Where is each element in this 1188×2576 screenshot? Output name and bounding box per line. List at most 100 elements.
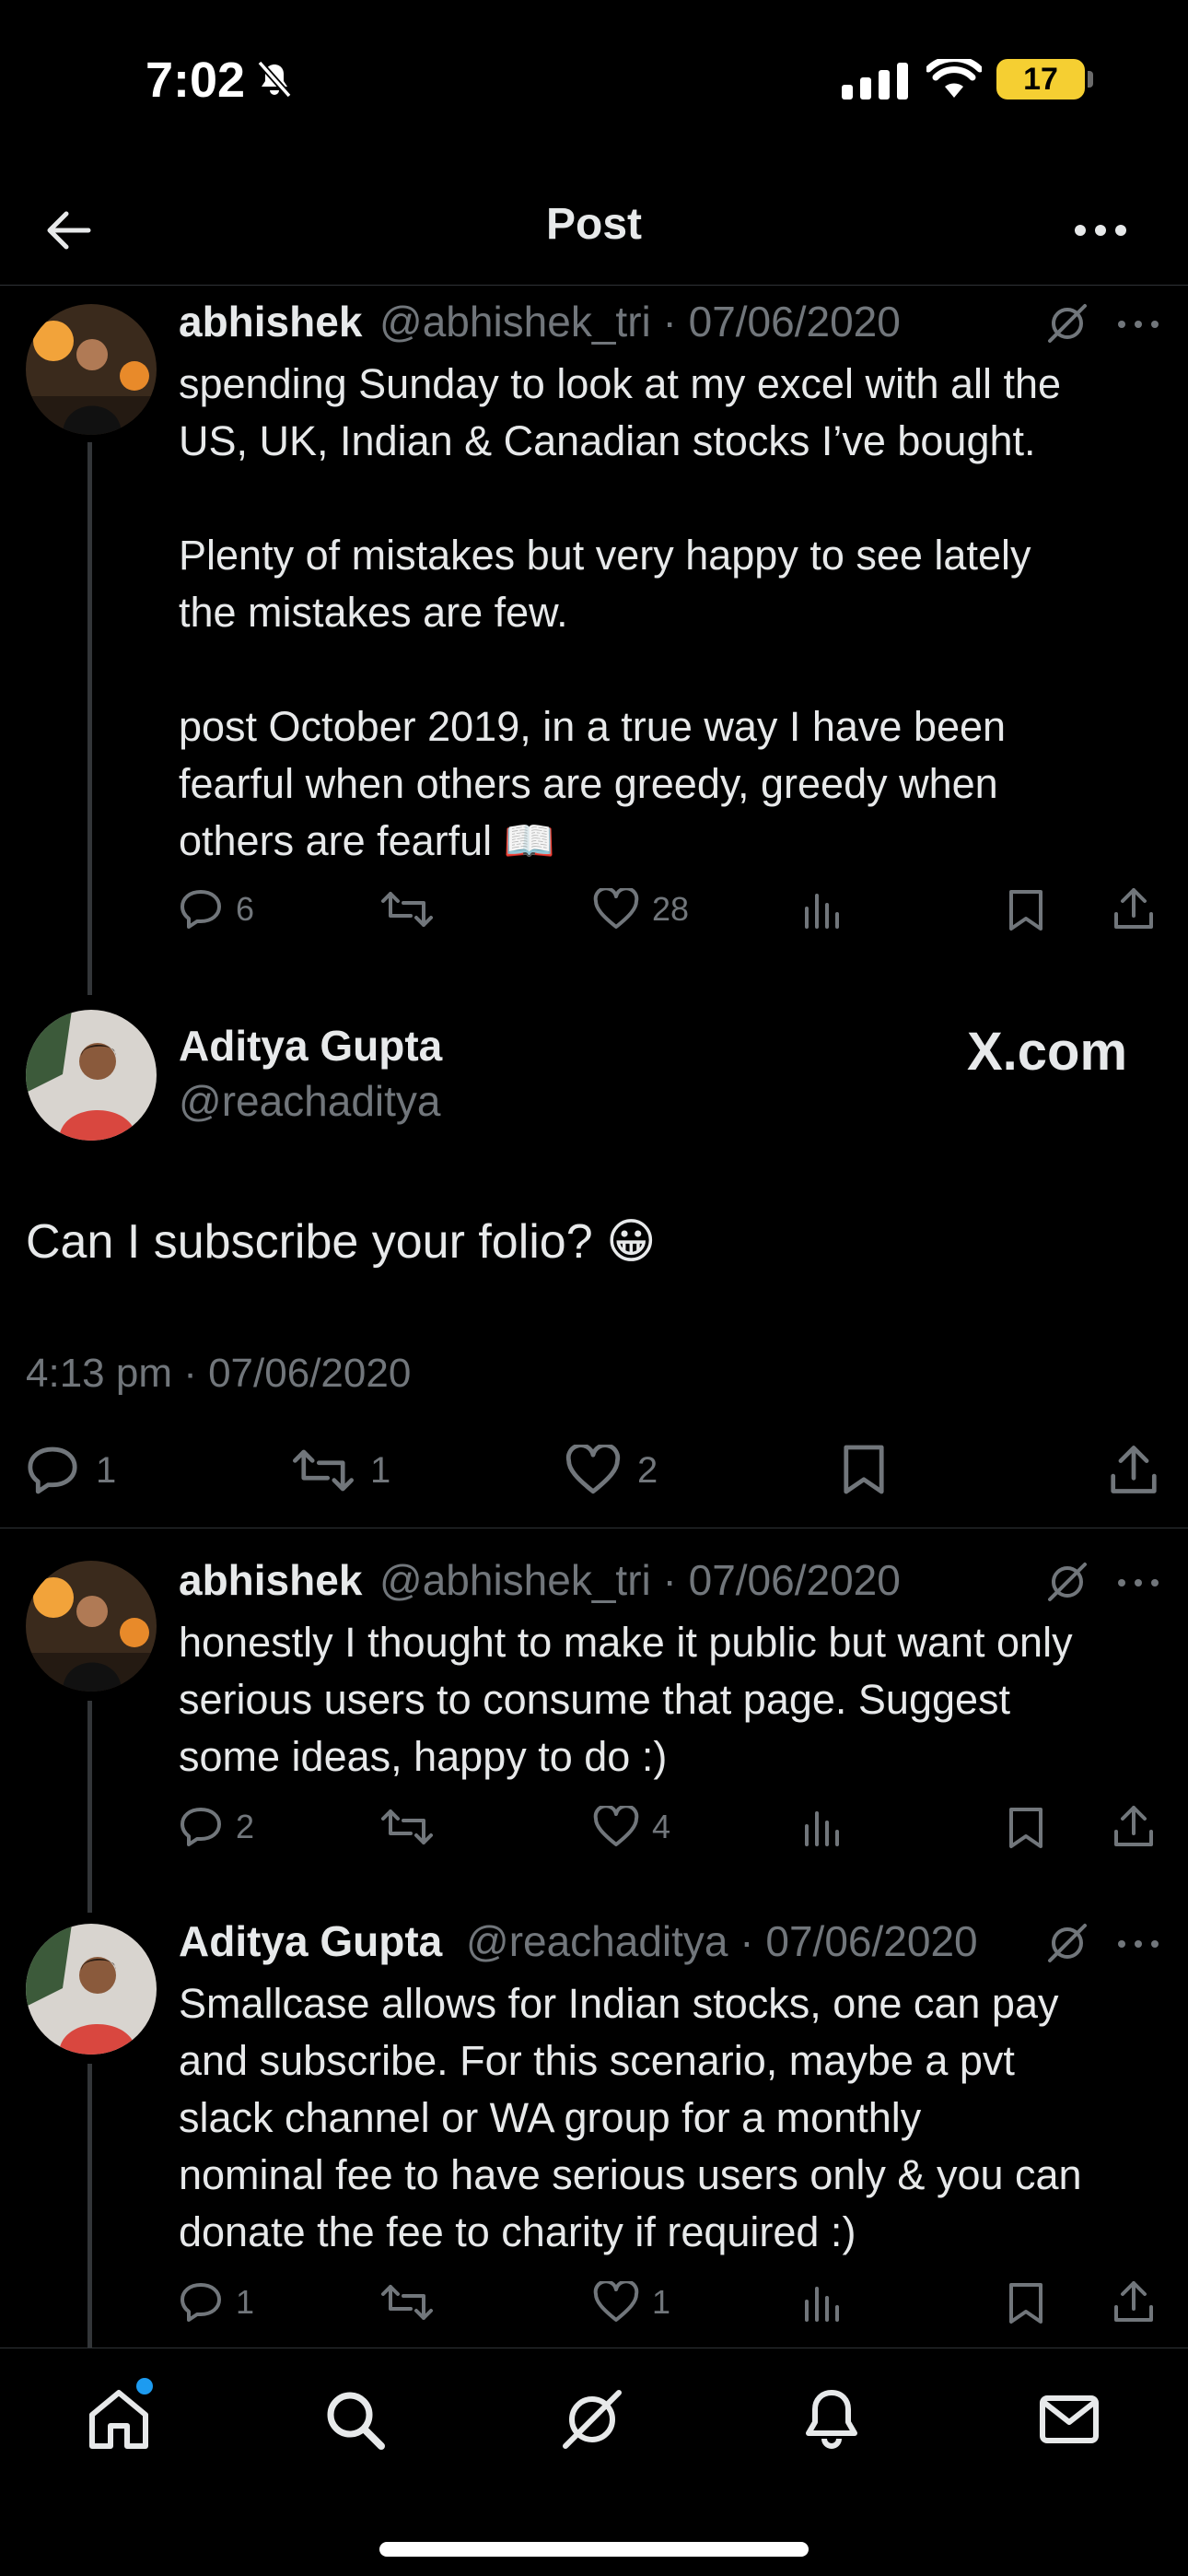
reply-button[interactable]: 1 [26, 1445, 116, 1496]
battery-indicator: 17 [996, 59, 1085, 100]
share-button[interactable] [1112, 886, 1155, 931]
reply-button[interactable]: 2 [179, 1806, 254, 1848]
status-time: 7:02 [146, 53, 246, 108]
repost-icon [381, 1809, 433, 1844]
reply-button[interactable]: 6 [179, 888, 254, 931]
like-count: 1 [652, 2283, 671, 2321]
battery-level: 17 [1023, 62, 1058, 97]
reply-icon [181, 1808, 221, 1846]
views-icon [805, 894, 839, 929]
reply-count: 2 [236, 1808, 255, 1845]
share-icon [1111, 1446, 1157, 1493]
bookmark-button[interactable] [842, 1443, 886, 1496]
heart-icon [593, 888, 639, 929]
share-button[interactable] [1112, 1804, 1155, 1848]
reply-count: 1 [96, 1449, 117, 1491]
post-timestamp: 4:13 pm · 07/06/2020 [26, 1351, 412, 1396]
thread-line [87, 2064, 92, 2348]
like-button[interactable]: 2 [565, 1445, 658, 1496]
reply-count: 6 [236, 890, 255, 928]
repost-button[interactable] [381, 2281, 433, 2324]
bookmark-button[interactable] [1007, 1806, 1044, 1850]
wifi-icon [926, 59, 982, 98]
views-button[interactable] [801, 890, 842, 931]
views-icon [805, 1811, 839, 1846]
author-handle[interactable]: @reachaditya [179, 1076, 441, 1126]
bookmark-icon [844, 1445, 884, 1494]
author-meta: @abhishek_tri · 07/06/2020 [379, 298, 901, 345]
grok-icon[interactable] [1044, 1920, 1090, 1966]
x-com-badge: X.com [967, 1022, 1128, 1082]
share-button[interactable] [1109, 1443, 1159, 1496]
grok-icon[interactable] [1044, 1559, 1090, 1605]
author-name[interactable]: Aditya Gupta [179, 1916, 442, 1966]
reply-button[interactable]: 1 [179, 2281, 254, 2324]
share-icon [1114, 2281, 1153, 2322]
battery-tip [1088, 71, 1093, 88]
status-bar: 7:02 17 [0, 0, 1188, 157]
heart-icon [593, 2281, 639, 2322]
post-text: Can I subscribe your folio? 😀 [26, 1215, 657, 1269]
avatar-aditya[interactable] [26, 1924, 157, 2055]
like-count: 2 [637, 1449, 658, 1491]
notifications-bell-icon[interactable] [798, 2385, 866, 2453]
more-options-icon[interactable] [1068, 203, 1133, 258]
tweet-more-icon[interactable] [1116, 1574, 1160, 1592]
like-button[interactable]: 28 [593, 888, 689, 931]
tweet-more-icon[interactable] [1116, 1935, 1160, 1953]
reply-icon [181, 2283, 221, 2322]
repost-icon [381, 892, 433, 927]
bookmark-button[interactable] [1007, 888, 1044, 932]
page-title: Post [545, 200, 642, 249]
repost-button[interactable] [381, 1806, 433, 1848]
repost-icon [381, 2285, 433, 2320]
views-button[interactable] [801, 2283, 842, 2324]
tweet-more-icon[interactable] [1116, 315, 1160, 334]
repost-button[interactable]: 1 [293, 1445, 390, 1496]
avatar-abhishek[interactable] [26, 1561, 157, 1692]
heart-icon [593, 1806, 639, 1846]
like-count: 28 [652, 890, 690, 928]
tweet-text: Smallcase allows for Indian stocks, one … [179, 1980, 1082, 2255]
author-name[interactable]: abhishek [179, 297, 362, 346]
bookmark-icon [1009, 2283, 1042, 2324]
messages-envelope-icon[interactable] [1035, 2385, 1103, 2453]
tweet-text: honestly I thought to make it public but… [179, 1619, 1073, 1780]
reply-icon [28, 1446, 77, 1494]
like-button[interactable]: 1 [593, 2281, 670, 2324]
repost-icon [293, 1449, 354, 1492]
views-icon [805, 2287, 839, 2322]
repost-button[interactable] [381, 888, 433, 931]
thread-line [87, 442, 92, 995]
views-button[interactable] [801, 1808, 842, 1848]
like-button[interactable]: 4 [593, 1806, 670, 1848]
top-bar: Post [0, 184, 1188, 286]
share-icon [1114, 888, 1153, 929]
home-icon[interactable] [85, 2385, 153, 2453]
bookmark-icon [1009, 1808, 1042, 1848]
avatar-abhishek[interactable] [26, 304, 157, 435]
repost-count: 1 [370, 1449, 391, 1491]
share-icon [1114, 1806, 1153, 1846]
share-button[interactable] [1112, 2279, 1155, 2324]
bookmark-icon [1009, 890, 1042, 931]
author-meta: @abhishek_tri · 07/06/2020 [379, 1556, 901, 1604]
thread-line [87, 1701, 92, 1913]
author-name[interactable]: abhishek [179, 1555, 362, 1605]
reply-icon [181, 890, 221, 929]
bell-off-icon [257, 60, 292, 99]
bottom-nav [0, 2348, 1188, 2576]
author-name[interactable]: Aditya Gupta [179, 1021, 442, 1071]
search-icon[interactable] [320, 2385, 389, 2453]
avatar-aditya[interactable] [26, 1010, 157, 1141]
author-meta: @reachaditya · 07/06/2020 [466, 1917, 978, 1965]
grok-icon[interactable] [1044, 300, 1090, 346]
home-indicator [379, 2542, 809, 2557]
reply-count: 1 [236, 2283, 255, 2321]
like-count: 4 [652, 1808, 671, 1845]
tweet-text: spending Sunday to look at my excel with… [179, 360, 1062, 864]
bookmark-button[interactable] [1007, 2281, 1044, 2325]
cellular-signal-icon [842, 63, 908, 100]
grok-icon[interactable] [558, 2385, 626, 2453]
notification-dot [136, 2378, 153, 2395]
